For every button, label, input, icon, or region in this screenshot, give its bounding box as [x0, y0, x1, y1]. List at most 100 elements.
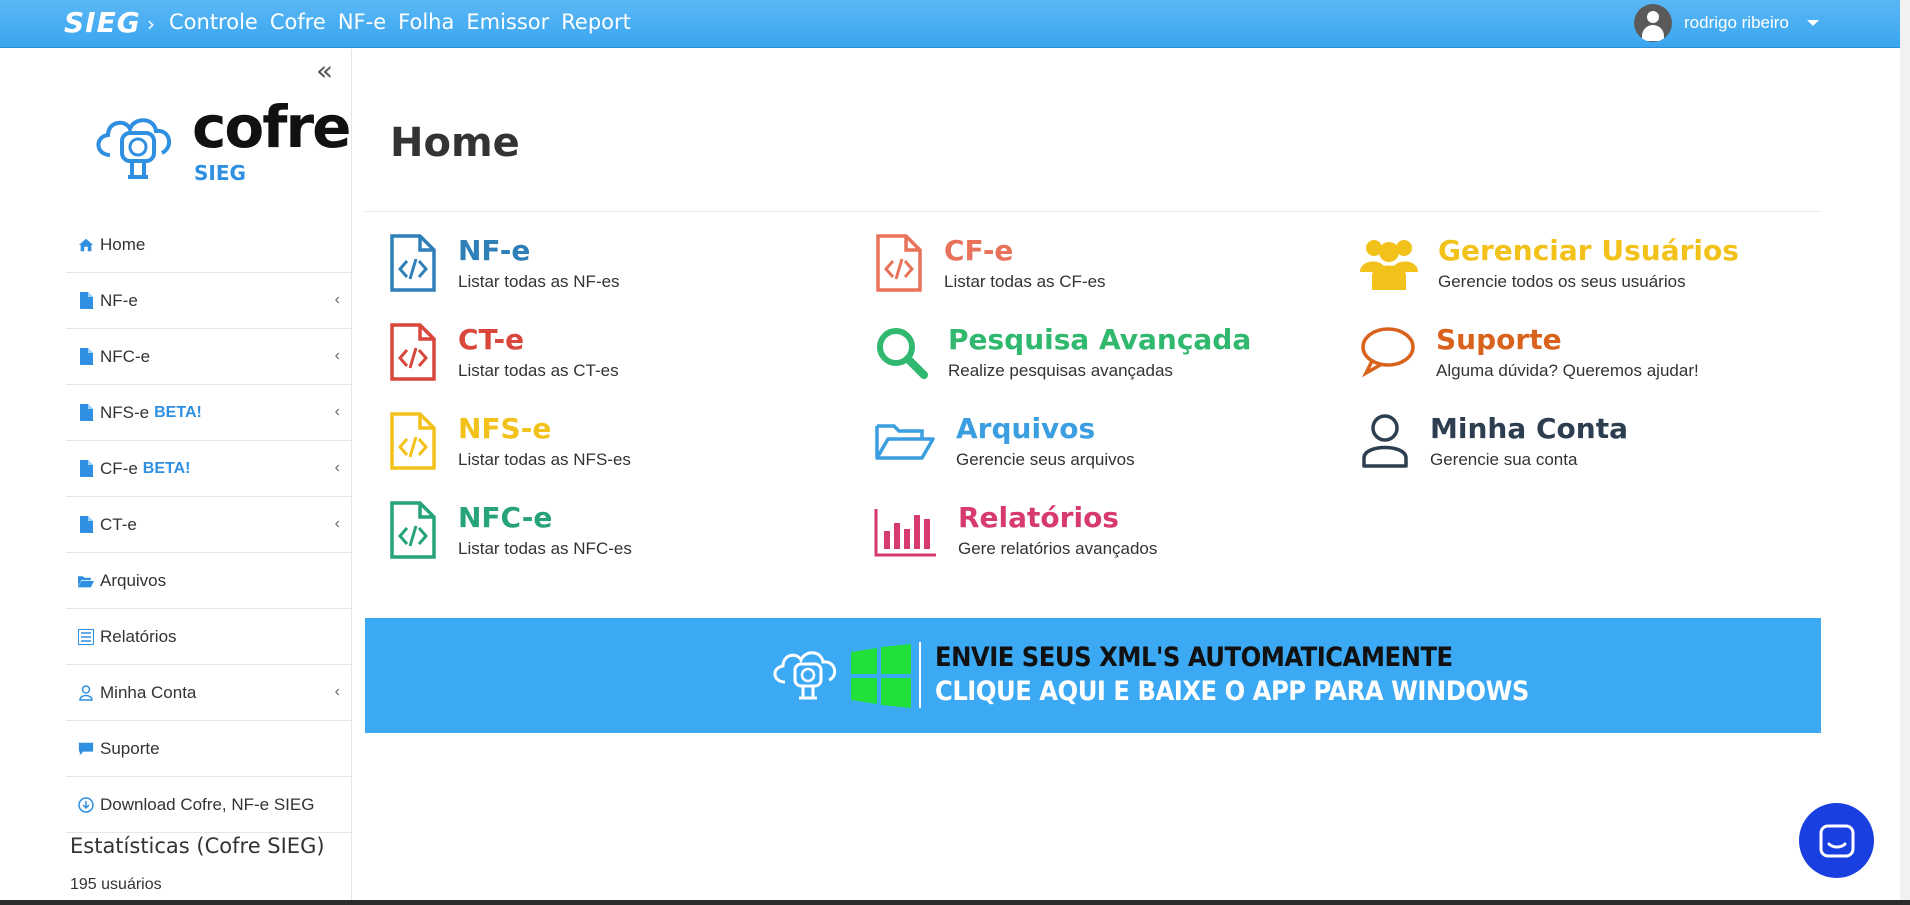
sidebar-item-home[interactable]: Home	[66, 217, 352, 273]
caret-down-icon	[1806, 20, 1819, 26]
tile-desc: Gere relatórios avançados	[958, 539, 1158, 558]
banner-line2: CLIQUE AQUI E BAIXE O APP PARA WINDOWS	[935, 676, 1529, 707]
tile-desc: Gerencie todos os seus usuários	[1438, 272, 1686, 291]
sidebar-item-label: Relatórios	[100, 626, 177, 646]
sidebar-item-label: CF-e	[100, 458, 138, 478]
logo-word: cofre	[192, 93, 351, 161]
stats-users: 195 usuários	[70, 876, 162, 893]
tile-minha-conta[interactable]: Minha Conta Gerencie sua conta	[1360, 412, 1628, 470]
tile-desc: Listar todas as CT-es	[458, 361, 619, 380]
chevron-left-icon: ‹	[334, 347, 340, 364]
file-code-icon	[390, 323, 436, 381]
sidebar-item-minha-conta[interactable]: Minha Conta ‹	[66, 665, 352, 721]
tile-title: Pesquisa Avançada	[948, 323, 1252, 356]
sidebar-item-relatorios[interactable]: Relatórios	[66, 609, 352, 665]
topnav-report[interactable]: Report	[561, 10, 631, 34]
sidebar-item-nfse[interactable]: NFS-e BETA! ‹	[66, 385, 352, 441]
tile-arquivos[interactable]: Arquivos Gerencie seus arquivos	[874, 412, 1135, 470]
chevron-left-icon: ‹	[334, 683, 340, 700]
tile-title: CF-e	[944, 234, 1014, 267]
tile-nfce[interactable]: NFC-e Listar todas as NFC-es	[388, 501, 632, 559]
stats-title: Estatísticas (Cofre SIEG)	[70, 834, 325, 858]
tile-desc: Listar todas as CF-es	[944, 272, 1106, 291]
sidebar-item-arquivos[interactable]: Arquivos	[66, 553, 352, 609]
file-icon	[78, 404, 94, 422]
tile-nfse[interactable]: NFS-e Listar todas as NFS-es	[388, 412, 631, 470]
list-icon	[78, 628, 94, 646]
beta-badge: BETA!	[142, 459, 191, 477]
user-menu[interactable]: rodrigo ribeiro	[1634, 4, 1819, 42]
tile-title: CT-e	[458, 323, 525, 356]
sidebar-item-nfe[interactable]: NF-e ‹	[66, 273, 352, 329]
topnav-nfe[interactable]: NF-e	[338, 10, 386, 34]
comment-icon	[78, 740, 94, 758]
tile-desc: Gerencie seus arquivos	[956, 450, 1135, 469]
sidebar-item-label: Arquivos	[100, 570, 167, 590]
search-icon	[877, 328, 928, 379]
user-icon	[78, 684, 94, 702]
chat-launcher-button[interactable]	[1799, 803, 1874, 878]
sidebar-item-label: NFS-e	[100, 402, 150, 422]
tile-cfe[interactable]: CF-e Listar todas as CF-es	[874, 234, 1106, 292]
file-code-icon	[390, 501, 436, 559]
cloud-robot-icon	[96, 118, 172, 179]
sidebar-item-cte[interactable]: CT-e ‹	[66, 497, 352, 553]
tile-desc: Alguma dúvida? Queremos ajudar!	[1436, 361, 1699, 380]
cloud-robot-icon	[773, 651, 837, 700]
tile-cte[interactable]: CT-e Listar todas as CT-es	[388, 323, 619, 381]
tile-title: NFS-e	[458, 412, 552, 445]
beta-badge: BETA!	[154, 403, 202, 421]
comment-icon	[1361, 327, 1415, 378]
tile-relatorios[interactable]: Relatórios Gere relatórios avançados	[874, 501, 1157, 559]
brand-separator: ›	[147, 12, 155, 36]
collapse-sidebar-icon[interactable]: «	[316, 57, 333, 85]
tile-pesquisa-avancada[interactable]: Pesquisa Avançada Realize pesquisas avan…	[874, 323, 1251, 381]
topnav-controle[interactable]: Controle	[169, 10, 258, 34]
file-code-icon	[876, 234, 922, 292]
topnav-folha[interactable]: Folha	[398, 10, 454, 34]
page-scrollbar[interactable]	[1900, 0, 1910, 905]
brand-logo[interactable]: SIEG	[64, 6, 141, 39]
tile-gerenciar-usuarios[interactable]: Gerenciar Usuários Gerencie todos os seu…	[1360, 234, 1739, 292]
sidebar-item-label: Download Cofre, NF-e SIEG	[100, 794, 315, 814]
tile-title: Relatórios	[958, 501, 1119, 534]
tile-desc: Listar todas as NFS-es	[458, 450, 631, 469]
tile-title: Minha Conta	[1430, 412, 1628, 445]
topnav-cofre[interactable]: Cofre	[270, 10, 326, 34]
tile-desc: Realize pesquisas avançadas	[948, 361, 1173, 380]
folder-open-icon	[875, 424, 935, 460]
tile-desc: Gerencie sua conta	[1430, 450, 1578, 469]
tile-nfe[interactable]: NF-e Listar todas as NF-es	[388, 234, 620, 292]
banner-separator	[919, 642, 921, 708]
sidebar-item-label: CT-e	[100, 514, 137, 534]
cofre-logo: cofre SIEG	[88, 93, 351, 223]
sidebar-item-cfe[interactable]: CF-e BETA! ‹	[66, 441, 352, 497]
sidebar-item-download[interactable]: Download Cofre, NF-e SIEG	[66, 777, 352, 833]
sidebar-item-label: Minha Conta	[100, 682, 197, 702]
top-navbar: SIEG › Controle Cofre NF-e Folha Emissor…	[0, 0, 1900, 48]
file-icon	[78, 292, 94, 310]
user-name: rodrigo ribeiro	[1684, 13, 1789, 32]
sidebar-item-suporte[interactable]: Suporte	[66, 721, 352, 777]
tile-title: Suporte	[1436, 323, 1562, 356]
chevron-left-icon: ‹	[334, 459, 340, 476]
sidebar-item-nfce[interactable]: NFC-e ‹	[66, 329, 352, 385]
logo-sub: SIEG	[194, 161, 246, 185]
tile-title: NFC-e	[458, 501, 553, 534]
file-code-icon	[390, 234, 436, 292]
tile-desc: Listar todas as NF-es	[458, 272, 620, 291]
taskbar-strip	[0, 900, 1910, 905]
sidebar: « cofre SIEG Home NF-e ‹ NFC-e ‹ NFS-e B…	[0, 49, 352, 905]
download-app-banner[interactable]: ENVIE SEUS XML'S AUTOMATICAMENTE CLIQUE …	[365, 618, 1821, 733]
tile-suporte[interactable]: Suporte Alguma dúvida? Queremos ajudar!	[1360, 323, 1699, 381]
users-icon	[1360, 240, 1418, 290]
home-icon	[78, 236, 94, 254]
chat-icon	[1819, 824, 1854, 857]
file-icon	[78, 348, 94, 366]
top-nav: Controle Cofre NF-e Folha Emissor Report	[169, 10, 631, 34]
tile-title: NF-e	[458, 234, 531, 267]
chevron-left-icon: ‹	[334, 515, 340, 532]
topnav-emissor[interactable]: Emissor	[466, 10, 549, 34]
avatar	[1634, 4, 1672, 42]
folder-open-icon	[78, 572, 94, 590]
